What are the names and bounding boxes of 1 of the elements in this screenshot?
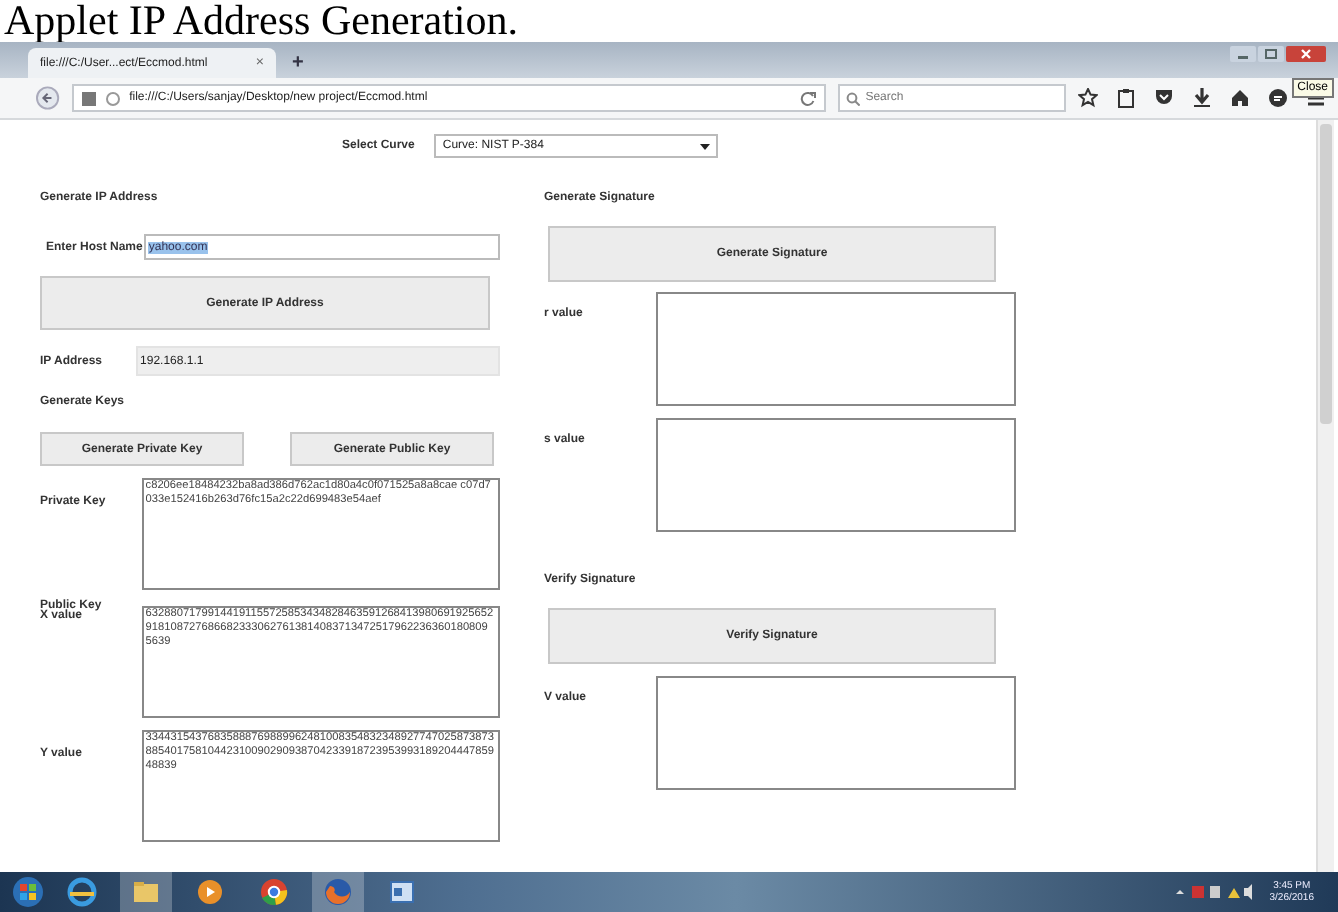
caption-text: Applet IP Address Generation.: [2, 0, 519, 42]
